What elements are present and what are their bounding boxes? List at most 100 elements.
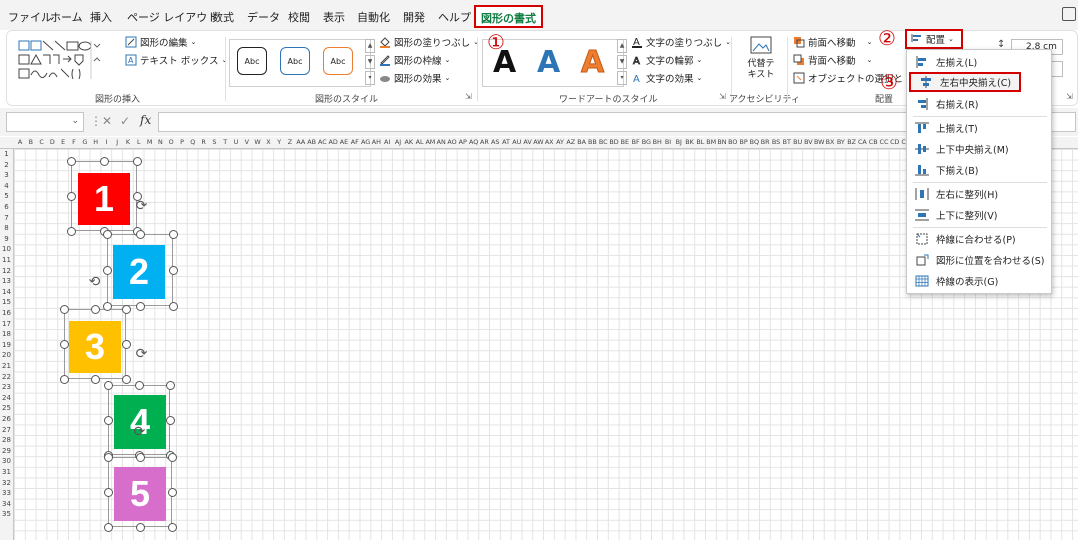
- shape-1[interactable]: 1: [78, 173, 130, 225]
- resize-handle[interactable]: [165, 415, 175, 425]
- insert-function-icon[interactable]: fx: [140, 113, 151, 127]
- row-header[interactable]: 5: [0, 192, 13, 200]
- tab-home[interactable]: ホーム: [50, 9, 83, 25]
- row-header[interactable]: 31: [0, 468, 13, 476]
- menu-item-snap-to-grid[interactable]: 枠線に合わせる(P): [907, 229, 1051, 249]
- shape-5[interactable]: 5: [114, 467, 166, 521]
- row-header[interactable]: 18: [0, 330, 13, 338]
- dialog-launcher-icon[interactable]: ⇲: [719, 92, 726, 101]
- row-header[interactable]: 14: [0, 288, 13, 296]
- shape-2[interactable]: 2: [113, 245, 165, 299]
- row-header[interactable]: 32: [0, 479, 13, 487]
- row-header[interactable]: 27: [0, 426, 13, 434]
- align-button[interactable]: 配置 ⌄: [905, 29, 963, 49]
- dialog-launcher-icon[interactable]: ⇲: [1066, 92, 1073, 101]
- comments-icon[interactable]: [1062, 7, 1076, 21]
- resize-handle[interactable]: [103, 487, 113, 497]
- resize-handle[interactable]: [132, 156, 142, 166]
- resize-handle[interactable]: [59, 339, 69, 349]
- resize-handle[interactable]: [103, 452, 113, 462]
- shape-style-2[interactable]: Abc: [280, 47, 310, 75]
- shape-effects-button[interactable]: 図形の効果 ⌄: [379, 71, 450, 85]
- gallery-down-icon[interactable]: ▼: [365, 55, 375, 69]
- row-header[interactable]: 29: [0, 447, 13, 455]
- row-header[interactable]: 24: [0, 394, 13, 402]
- row-header[interactable]: 35: [0, 510, 13, 518]
- menu-item-align-bottom[interactable]: 下揃え(B): [907, 160, 1051, 180]
- row-header[interactable]: 23: [0, 383, 13, 391]
- resize-handle[interactable]: [103, 522, 113, 532]
- resize-handle[interactable]: [134, 380, 144, 390]
- text-fill-button[interactable]: A 文字の塗りつぶし ⌄: [631, 35, 731, 49]
- row-header[interactable]: 7: [0, 214, 13, 222]
- row-header[interactable]: 15: [0, 298, 13, 306]
- row-header[interactable]: 2: [0, 161, 13, 169]
- tab-developer[interactable]: 開発: [403, 9, 425, 25]
- tab-view[interactable]: 表示: [323, 9, 345, 25]
- row-header[interactable]: 11: [0, 256, 13, 264]
- row-header[interactable]: 21: [0, 362, 13, 370]
- menu-item-view-gridlines[interactable]: 枠線の表示(G): [907, 271, 1051, 291]
- wordart-more-icon[interactable]: ▾: [617, 71, 627, 85]
- row-header[interactable]: 13: [0, 277, 13, 285]
- tab-page-layout[interactable]: ページ レイアウト: [127, 9, 218, 25]
- row-header[interactable]: 1: [0, 150, 13, 158]
- tab-data[interactable]: データ: [247, 9, 280, 25]
- menu-item-distribute-vertical[interactable]: 上下に整列(V): [907, 205, 1051, 225]
- resize-handle[interactable]: [59, 374, 69, 384]
- resize-handle[interactable]: [121, 374, 131, 384]
- row-header[interactable]: 8: [0, 224, 13, 232]
- row-header[interactable]: 26: [0, 415, 13, 423]
- tab-insert[interactable]: 挿入: [90, 9, 112, 25]
- resize-handle[interactable]: [167, 522, 177, 532]
- resize-handle[interactable]: [168, 265, 178, 275]
- wordart-down-icon[interactable]: ▼: [617, 55, 627, 69]
- resize-handle[interactable]: [90, 374, 100, 384]
- edit-shape-button[interactable]: 図形の編集 ⌄: [125, 35, 196, 49]
- shape-style-3[interactable]: Abc: [323, 47, 353, 75]
- wordart-up-icon[interactable]: ▲: [617, 39, 627, 53]
- row-header[interactable]: 19: [0, 341, 13, 349]
- row-header[interactable]: 30: [0, 457, 13, 465]
- gallery-up-icon[interactable]: ▲: [365, 39, 375, 53]
- resize-handle[interactable]: [103, 415, 113, 425]
- resize-handle[interactable]: [167, 487, 177, 497]
- dialog-launcher-icon[interactable]: ⇲: [465, 92, 472, 101]
- resize-handle[interactable]: [90, 304, 100, 314]
- resize-handle[interactable]: [135, 301, 145, 311]
- resize-handle[interactable]: [121, 304, 131, 314]
- menu-item-align-middle[interactable]: 上下中央揃え(M): [907, 139, 1051, 159]
- row-header[interactable]: 33: [0, 489, 13, 497]
- rotate-handle-icon[interactable]: ⟳: [134, 347, 149, 362]
- rotate-handle-icon[interactable]: ⟳: [134, 199, 149, 214]
- row-header[interactable]: 12: [0, 267, 13, 275]
- menu-item-distribute-horizontal[interactable]: 左右に整列(H): [907, 184, 1051, 204]
- resize-handle[interactable]: [66, 226, 76, 236]
- resize-handle[interactable]: [168, 229, 178, 239]
- row-header[interactable]: 4: [0, 182, 13, 190]
- resize-handle[interactable]: [121, 339, 131, 349]
- menu-item-align-center[interactable]: 左右中央揃え(C): [909, 72, 1021, 92]
- rotate-handle-icon[interactable]: ⟲: [87, 275, 102, 290]
- text-box-button[interactable]: A テキスト ボックス ⌄: [125, 53, 227, 67]
- row-header[interactable]: 22: [0, 373, 13, 381]
- wordart-style-3[interactable]: A: [580, 45, 604, 81]
- wordart-style-2[interactable]: A: [537, 45, 560, 80]
- enter-icon[interactable]: ✓: [120, 114, 130, 128]
- shape-outline-button[interactable]: 図形の枠線 ⌄: [379, 53, 450, 67]
- row-header[interactable]: 16: [0, 309, 13, 317]
- name-box[interactable]: ⌄: [6, 112, 84, 132]
- resize-handle[interactable]: [168, 301, 178, 311]
- row-header[interactable]: 10: [0, 245, 13, 253]
- row-header[interactable]: 28: [0, 436, 13, 444]
- tab-file[interactable]: ファイル: [8, 9, 52, 25]
- menu-item-align-left[interactable]: 左揃え(L): [907, 52, 1051, 72]
- row-header[interactable]: 34: [0, 500, 13, 508]
- tab-formulas[interactable]: 数式: [212, 9, 234, 25]
- resize-handle[interactable]: [103, 380, 113, 390]
- resize-handle[interactable]: [135, 229, 145, 239]
- tab-review[interactable]: 校閲: [288, 9, 310, 25]
- cancel-icon[interactable]: ✕: [102, 114, 112, 128]
- shape-style-1[interactable]: Abc: [237, 47, 267, 75]
- shape-4[interactable]: 4: [114, 395, 166, 449]
